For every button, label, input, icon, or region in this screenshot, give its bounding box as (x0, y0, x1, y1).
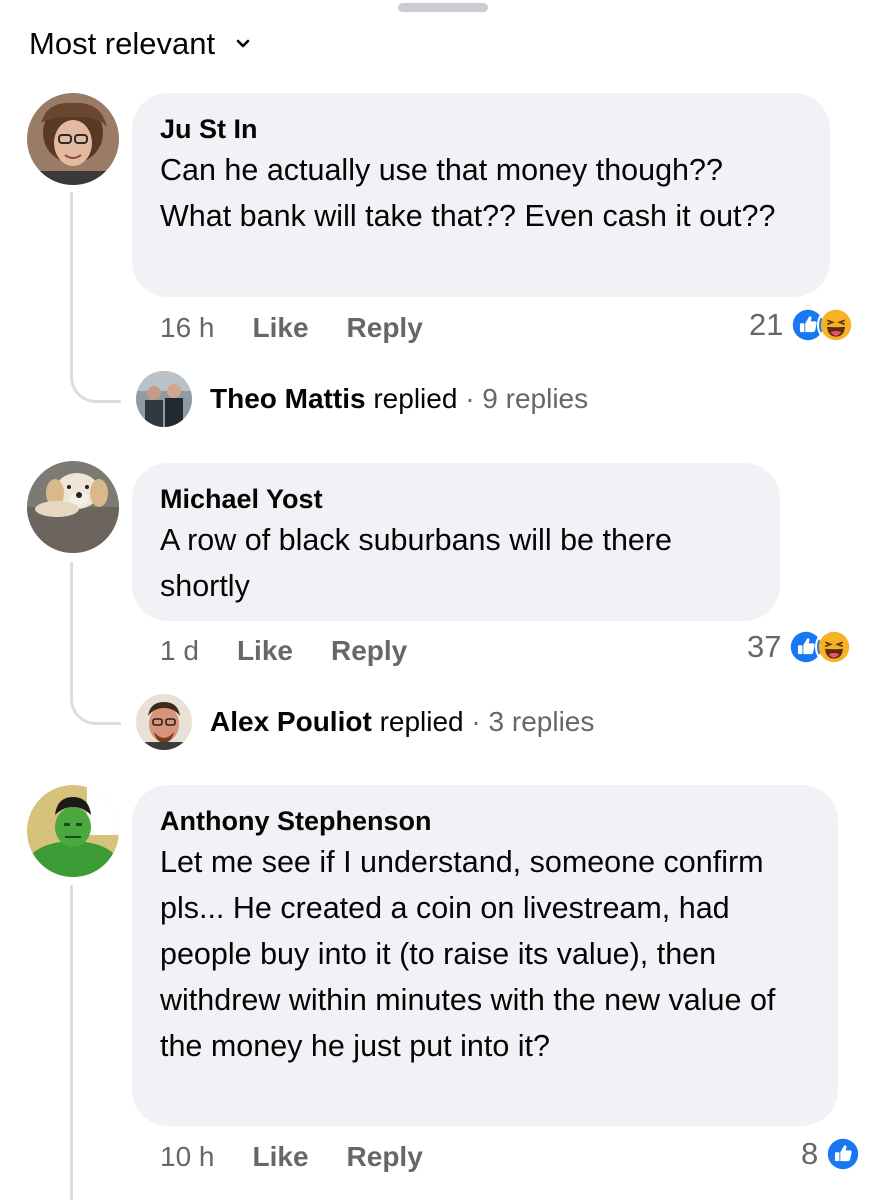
comment-author[interactable]: Ju St In (160, 113, 802, 145)
like-button[interactable]: Like (237, 635, 293, 667)
comment-bubble[interactable]: Michael Yost A row of black suburbans wi… (132, 463, 780, 621)
comment-bubble[interactable]: Ju St In Can he actually use that money … (132, 93, 830, 297)
separator-dot: · (465, 383, 475, 414)
comment-actions: 1 d Like Reply (160, 631, 407, 671)
thread-connector-line (70, 562, 73, 696)
thread-connector-line (70, 192, 73, 372)
haha-icon (817, 306, 856, 344)
reply-button[interactable]: Reply (347, 312, 423, 344)
comment-timestamp[interactable]: 1 d (160, 635, 199, 667)
comment-timestamp[interactable]: 16 h (160, 312, 215, 344)
avatar (136, 371, 192, 427)
reply-count: 9 replies (482, 383, 589, 414)
reaction-summary[interactable]: 8 (801, 1135, 863, 1173)
replied-label: replied (373, 383, 458, 414)
reaction-count: 8 (801, 1136, 819, 1171)
like-icon (824, 1135, 863, 1173)
sort-label: Most relevant (29, 26, 216, 61)
like-button[interactable]: Like (253, 1141, 309, 1173)
replied-label: replied (379, 706, 464, 737)
avatar[interactable] (27, 93, 119, 185)
reaction-count: 21 (749, 307, 784, 342)
comment-bubble[interactable]: Anthony Stephenson Let me see if I under… (132, 785, 838, 1126)
reaction-summary[interactable]: 21 (749, 306, 856, 344)
comment-timestamp[interactable]: 10 h (160, 1141, 215, 1173)
thread-connector-curve (70, 694, 121, 725)
like-button[interactable]: Like (253, 312, 309, 344)
reply-author-name: Alex Pouliot (210, 706, 372, 737)
sheet-grabber-handle[interactable] (398, 3, 488, 12)
separator-dot: · (471, 706, 481, 737)
view-replies-link[interactable]: Alex Pouliot replied · 3 replies (136, 694, 594, 750)
reply-button[interactable]: Reply (331, 635, 407, 667)
comment-author[interactable]: Anthony Stephenson (160, 805, 810, 837)
comment-text: A row of black suburbans will be there s… (160, 523, 672, 603)
view-replies-link[interactable]: Theo Mattis replied · 9 replies (136, 371, 588, 427)
thread-connector-curve (70, 372, 121, 403)
comment-text: Can he actually use that money though?? … (160, 153, 776, 233)
reply-count: 3 replies (488, 706, 595, 737)
avatar[interactable] (27, 785, 119, 877)
sort-dropdown[interactable]: Most relevant (29, 24, 253, 64)
comment-author[interactable]: Michael Yost (160, 483, 752, 515)
comment-actions: 10 h Like Reply (160, 1137, 423, 1177)
reaction-count: 37 (747, 629, 782, 664)
reply-author-name: Theo Mattis (210, 383, 366, 414)
avatar (136, 694, 192, 750)
chevron-down-icon (236, 39, 250, 48)
thread-connector-line (70, 885, 73, 1200)
comment-text: Let me see if I understand, someone conf… (160, 845, 776, 1063)
reaction-summary[interactable]: 37 (747, 628, 854, 666)
comment-actions: 16 h Like Reply (160, 308, 423, 348)
avatar[interactable] (27, 461, 119, 553)
haha-icon (815, 628, 854, 666)
reply-button[interactable]: Reply (347, 1141, 423, 1173)
